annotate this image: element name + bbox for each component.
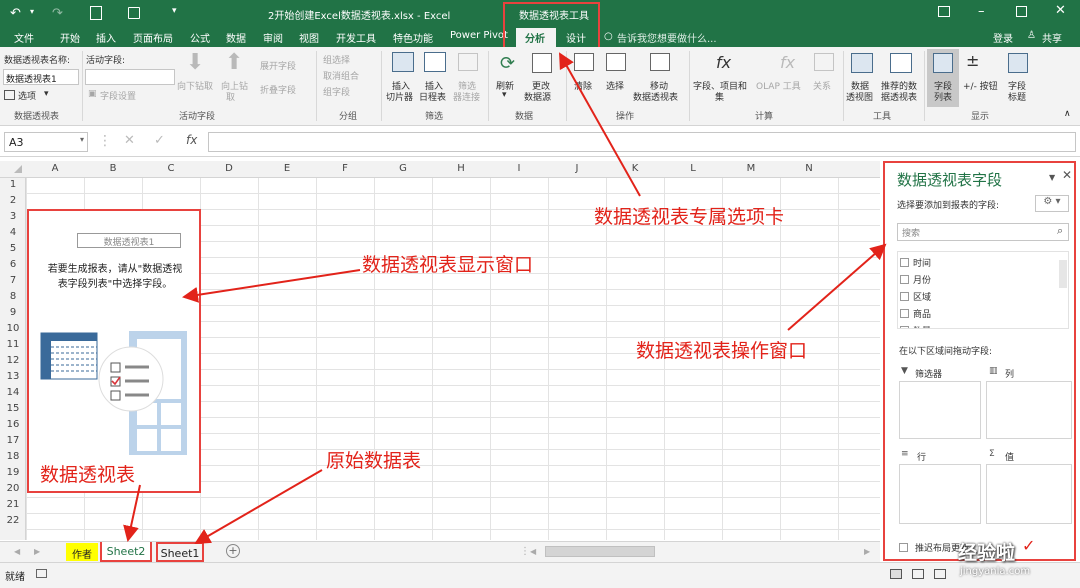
watermark-brand: 经验啦	[958, 542, 1016, 564]
annotation-arrows-icon	[123, 52, 887, 545]
annotation-operate-window: 数据透视表操作窗口	[636, 340, 808, 362]
watermark-check-icon: ✓	[1022, 536, 1036, 555]
annotation-display-window: 数据透视表显示窗口	[362, 254, 534, 276]
annotation-context-tab: 数据透视表专属选项卡	[594, 206, 785, 228]
annotation-raw-data: 原始数据表	[326, 450, 422, 472]
watermark-url: jingyanla.com	[960, 566, 1031, 577]
annotation-pivot-table: 数据透视表	[40, 464, 136, 486]
